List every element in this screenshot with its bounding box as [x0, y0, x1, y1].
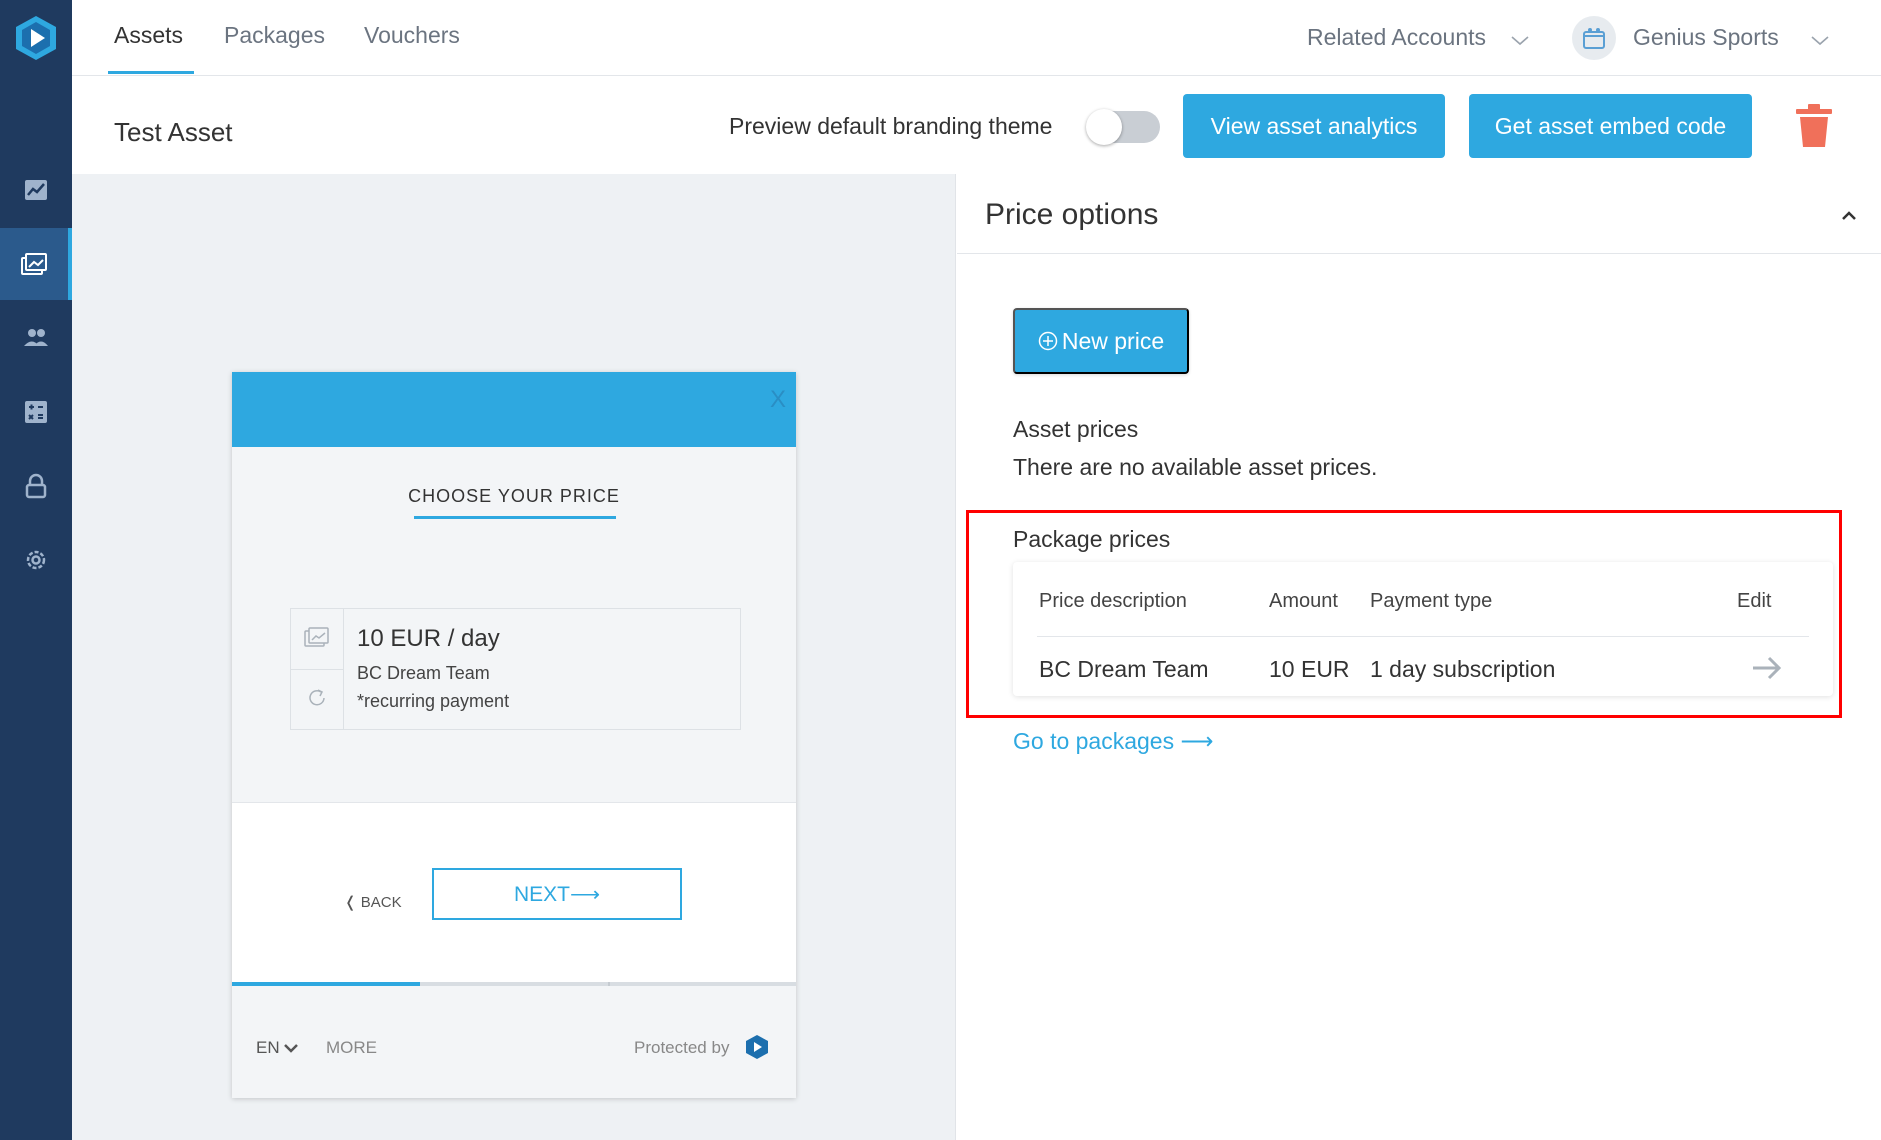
settings-icon	[26, 550, 46, 570]
price-options-panel: Price options New price Asset prices The…	[957, 174, 1881, 1140]
price-option-card[interactable]: 10 EUR / day BC Dream Team *recurring pa…	[290, 608, 741, 730]
protected-by-logo-icon	[746, 1035, 768, 1059]
active-tab-indicator	[108, 71, 194, 74]
table-header-divider	[1037, 636, 1809, 637]
choose-price-heading: CHOOSE YOUR PRICE	[408, 486, 620, 506]
paywall-preview-panel: X CHOOSE YOUR PRICE 10 EUR / day BC Drea…	[72, 174, 956, 1140]
page-title: Test Asset	[114, 117, 233, 147]
more-link[interactable]: MORE	[326, 1038, 377, 1058]
price-options-title: Price options	[985, 198, 1159, 231]
no-asset-prices-message: There are no available asset prices.	[1013, 454, 1378, 480]
users-icon	[24, 329, 48, 346]
row-description: BC Dream Team	[1039, 656, 1209, 682]
sidebar-item-analytics[interactable]	[0, 154, 72, 226]
lock-icon	[25, 473, 47, 499]
preview-branding-label: Preview default branding theme	[729, 113, 1053, 139]
account-name-dropdown[interactable]: Genius Sports	[1633, 24, 1779, 51]
tab-vouchers[interactable]: Vouchers	[364, 22, 460, 49]
sidebar-item-settings[interactable]	[0, 524, 72, 596]
related-accounts-dropdown[interactable]: Related Accounts	[1307, 24, 1486, 51]
account-avatar[interactable]	[1572, 16, 1616, 60]
toggle-knob	[1086, 109, 1122, 145]
price-package-name: BC Dream Team	[357, 663, 490, 683]
row-payment-type: 1 day subscription	[1370, 656, 1556, 682]
column-header-description: Price description	[1039, 590, 1187, 612]
next-button[interactable]: NEXT⟶	[432, 868, 682, 920]
modal-action-area: ❬ BACK NEXT⟶	[232, 802, 796, 982]
embed-code-button[interactable]: Get asset embed code	[1469, 94, 1752, 158]
language-selector[interactable]: EN	[256, 1038, 299, 1058]
asset-prices-heading: Asset prices	[1013, 416, 1139, 442]
plus-circle-icon	[1038, 331, 1058, 351]
recurring-icon	[309, 689, 325, 706]
preview-branding-toggle[interactable]	[1086, 109, 1160, 145]
sidebar	[0, 0, 72, 1140]
analytics-icon	[25, 180, 47, 200]
chevron-down-icon	[1811, 36, 1829, 46]
trash-icon[interactable]	[1792, 103, 1836, 149]
language-code: EN	[256, 1038, 280, 1057]
paywall-modal: X CHOOSE YOUR PRICE 10 EUR / day BC Drea…	[232, 372, 796, 1098]
back-button[interactable]: ❬ BACK	[344, 893, 402, 911]
calculator-icon	[25, 401, 47, 423]
section-divider	[957, 253, 1881, 254]
arrow-right-icon[interactable]	[1749, 650, 1785, 686]
tab-assets[interactable]: Assets	[114, 22, 183, 49]
top-navigation: Assets Packages Vouchers Related Account…	[72, 0, 1881, 76]
column-header-amount: Amount	[1269, 590, 1338, 612]
column-header-edit: Edit	[1737, 590, 1772, 612]
sidebar-item-users[interactable]	[0, 302, 72, 374]
tab-packages[interactable]: Packages	[224, 22, 325, 49]
price-card-icons	[291, 609, 344, 729]
sidebar-item-calculator[interactable]	[0, 376, 72, 448]
modal-footer: EN MORE Protected by	[232, 986, 796, 1098]
assets-icon	[21, 253, 47, 275]
row-amount: 10 EUR	[1269, 656, 1350, 682]
account-icon	[1583, 28, 1605, 49]
column-header-payment-type: Payment type	[1370, 590, 1493, 612]
sidebar-item-assets[interactable]	[0, 228, 72, 300]
package-prices-table: Price description Amount Payment type Ed…	[1013, 562, 1833, 696]
protected-by-label: Protected by	[634, 1038, 730, 1057]
new-price-button[interactable]: New price	[1013, 308, 1189, 374]
chevron-down-icon	[1511, 36, 1529, 46]
package-prices-heading: Package prices	[1013, 526, 1171, 552]
app-logo-icon[interactable]	[12, 14, 60, 62]
icon-separator	[291, 669, 344, 670]
modal-header: X	[232, 372, 796, 447]
price-recurring-note: *recurring payment	[357, 691, 510, 711]
chevron-down-icon	[284, 1044, 299, 1053]
go-to-packages-link[interactable]: Go to packages ⟶	[1013, 728, 1213, 755]
new-price-label: New price	[1061, 327, 1165, 354]
price-title: 10 EUR / day	[357, 625, 500, 652]
view-analytics-button[interactable]: View asset analytics	[1183, 94, 1445, 158]
chevron-up-icon[interactable]	[1837, 204, 1861, 228]
close-icon[interactable]: X	[770, 386, 786, 414]
sidebar-item-security[interactable]	[0, 450, 72, 522]
choose-price-underline	[414, 516, 616, 519]
asset-image-icon	[304, 627, 329, 647]
asset-header: Test Asset Preview default branding them…	[72, 77, 1881, 174]
